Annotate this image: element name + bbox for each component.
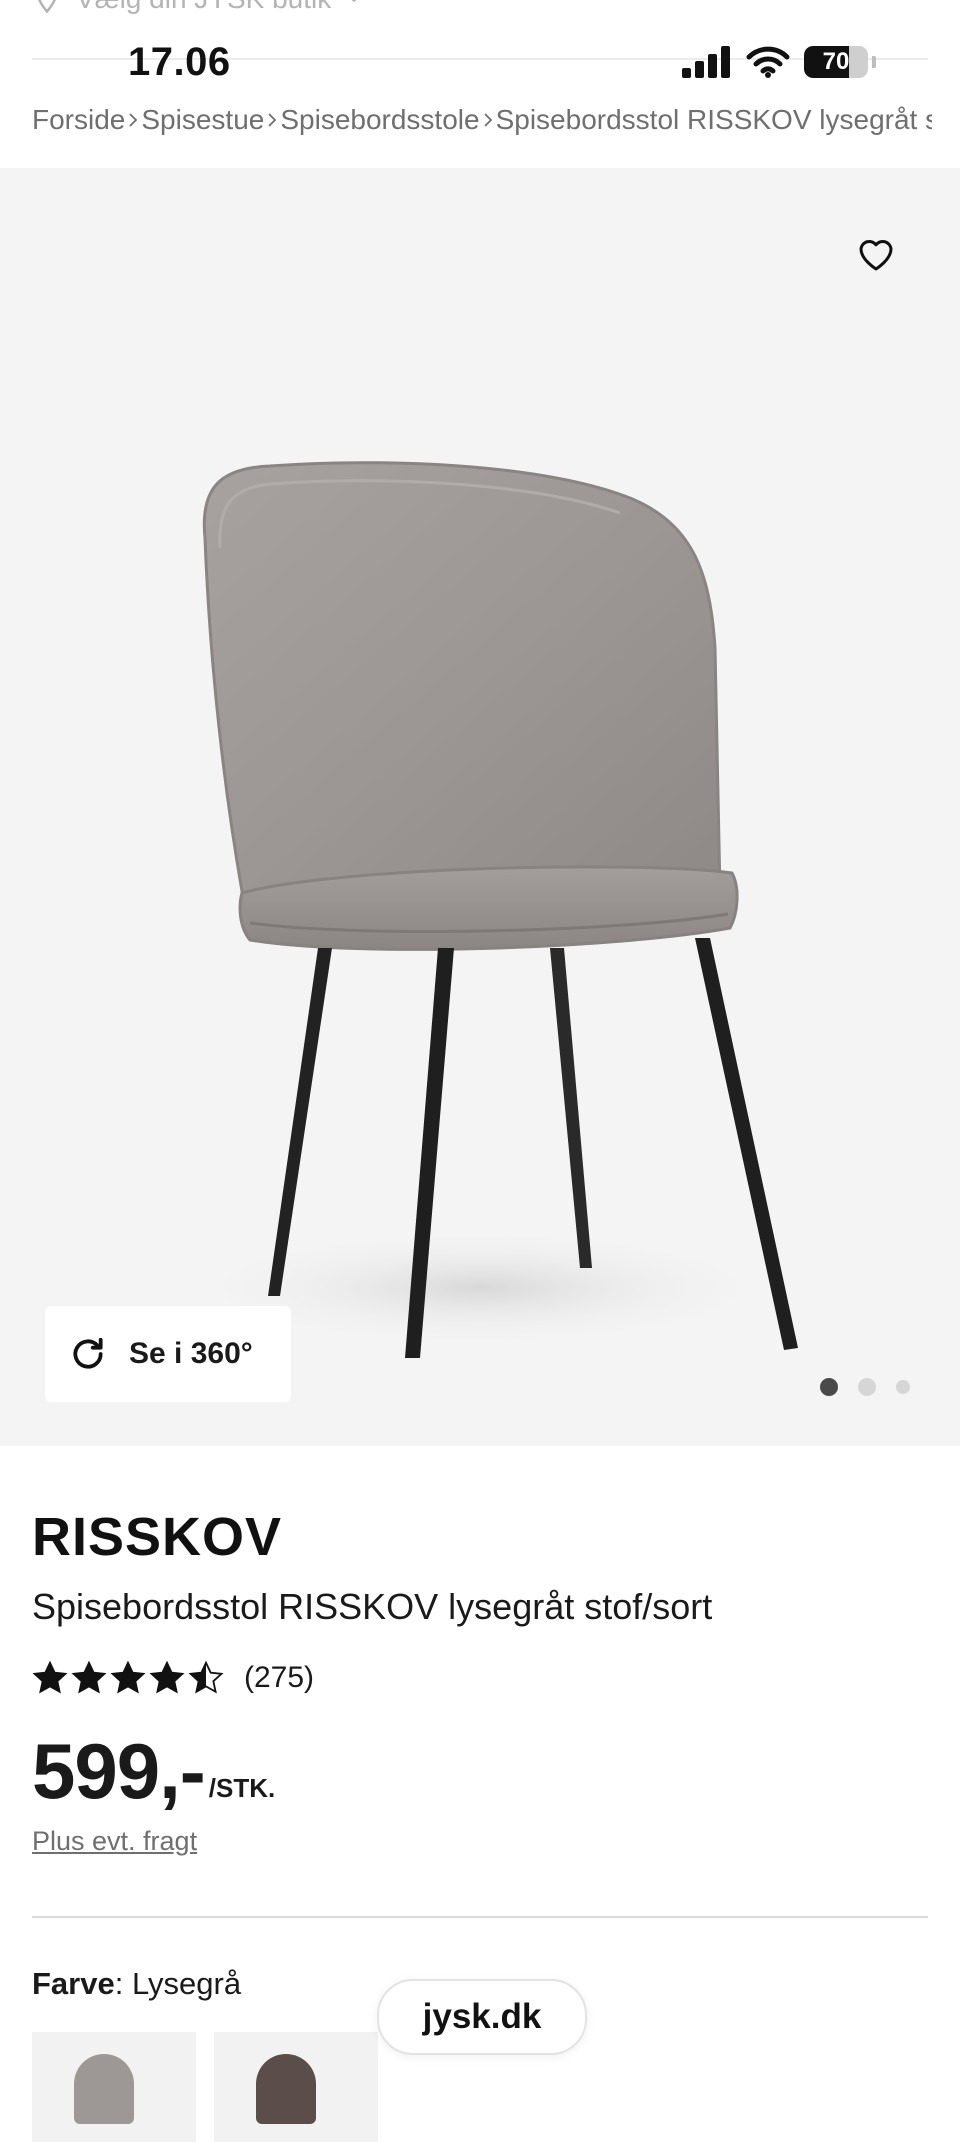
chevron-right-icon [264, 112, 280, 128]
product-price: 599,- [32, 1727, 206, 1815]
rating-count: (275) [244, 1661, 315, 1694]
star-full-icon [149, 1660, 185, 1694]
battery-percent: 70 [822, 48, 850, 75]
browser-url-bar[interactable]: jysk.dk [377, 1979, 587, 2055]
color-swatches [32, 2032, 378, 2142]
chevron-right-icon [480, 112, 496, 128]
product-rating[interactable]: (275) [32, 1660, 314, 1696]
carousel-dot-2[interactable] [858, 1378, 876, 1396]
view-360-button[interactable]: Se i 360° [45, 1306, 291, 1402]
carousel-dot-1[interactable] [820, 1378, 838, 1396]
swatch-dark[interactable] [214, 2032, 378, 2142]
breadcrumb-item-forside[interactable]: Forside [32, 104, 125, 136]
star-half-icon [188, 1660, 224, 1694]
wifi-icon [746, 46, 790, 78]
price-row: 599,- /STK. [32, 1726, 275, 1816]
swatch-thumbnail [256, 2054, 316, 2124]
price-unit: /STK. [208, 1773, 276, 1803]
rating-stars [32, 1660, 224, 1696]
chevron-right-icon [125, 112, 141, 128]
heart-icon [859, 240, 893, 271]
status-bar: 17.06 70 [0, 0, 960, 110]
carousel-dot-3[interactable] [896, 1380, 910, 1394]
status-icons: 70 [682, 46, 876, 78]
star-full-icon [71, 1660, 107, 1694]
star-full-icon [110, 1660, 146, 1694]
product-gallery[interactable]: Se i 360° [0, 168, 960, 1446]
product-brand: RISSKOV [32, 1507, 283, 1567]
color-label: Farve [32, 1966, 115, 2001]
battery-tip [872, 56, 876, 68]
breadcrumb-item-spisebordsstole[interactable]: Spisebordsstole [280, 104, 479, 136]
rotate-icon [73, 1337, 103, 1369]
section-divider [32, 1916, 928, 1918]
star-full-icon [32, 1660, 68, 1694]
breadcrumb-item-current: Spisebordsstol RISSKOV lysegråt stof/sor… [495, 104, 932, 135]
battery-icon: 70 [804, 46, 868, 78]
breadcrumb-item-spisestue[interactable]: Spisestue [141, 104, 264, 136]
swatch-thumbnail [74, 2054, 134, 2124]
shipping-link[interactable]: Plus evt. fragt [32, 1826, 197, 1857]
breadcrumb: Forside Spisestue Spisebordsstole Spiseb… [32, 100, 932, 140]
status-time: 17.06 [128, 40, 231, 84]
color-value: : Lysegrå [114, 1966, 242, 2001]
favorite-button[interactable] [850, 228, 902, 280]
carousel-dots [820, 1378, 910, 1396]
cellular-signal-icon [682, 46, 730, 78]
product-image-chair [180, 461, 798, 1358]
color-selection-label: Farve: Lysegrå [32, 1966, 241, 2002]
view-360-label: Se i 360° [129, 1337, 253, 1370]
swatch-lysegraa[interactable] [32, 2032, 196, 2142]
product-name: Spisebordsstol RISSKOV lysegråt stof/sor… [32, 1586, 713, 1627]
